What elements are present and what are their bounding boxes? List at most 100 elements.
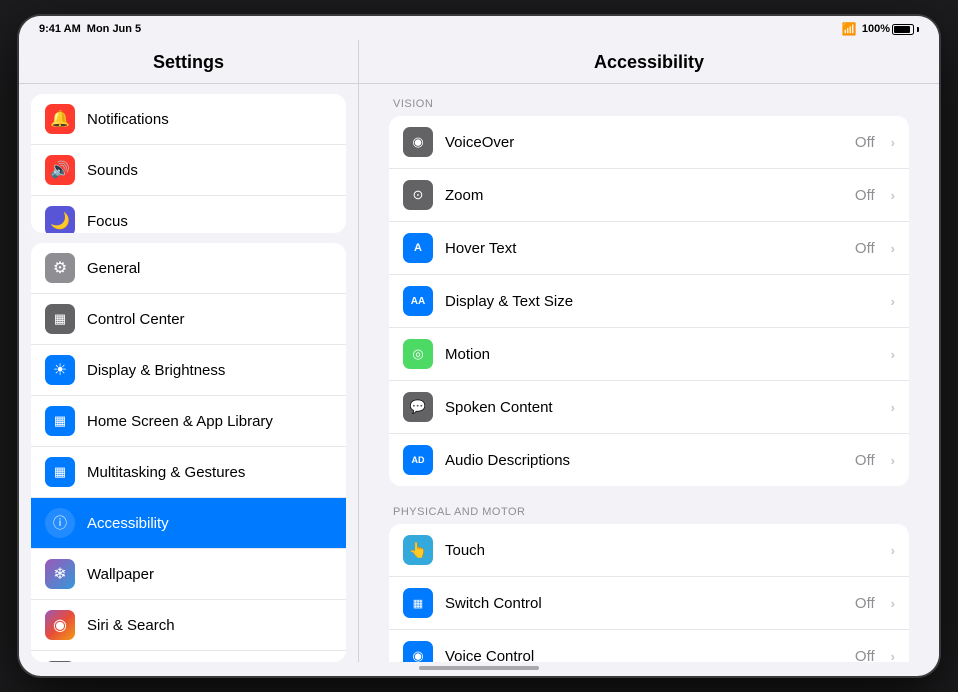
accessibility-icon: ⓘ bbox=[45, 508, 75, 538]
focus-label: Focus bbox=[87, 213, 128, 230]
zoom-value: Off bbox=[855, 187, 875, 204]
main-content: Settings 🔔 Notifications 🔊 Sounds 🌙 Focu… bbox=[19, 40, 939, 662]
touch-chevron: › bbox=[891, 543, 895, 558]
row-hovertext[interactable]: A Hover Text Off › bbox=[389, 222, 909, 275]
physical-group: 👆 Touch › ▦ Switch Control Off › ◉ Voice… bbox=[389, 524, 909, 662]
row-touch[interactable]: 👆 Touch › bbox=[389, 524, 909, 577]
audiodesc-label: Audio Descriptions bbox=[445, 452, 843, 469]
status-bar: 9:41 AM Mon Jun 5 📶 100% bbox=[19, 16, 939, 40]
multitasking-label: Multitasking & Gestures bbox=[87, 464, 245, 481]
wallpaper-icon: ❄ bbox=[45, 559, 75, 589]
sidebar-item-display[interactable]: ☀ Display & Brightness bbox=[31, 345, 346, 396]
sidebar-item-siri[interactable]: ◉ Siri & Search bbox=[31, 600, 346, 651]
focus-icon: 🌙 bbox=[45, 206, 75, 233]
siri-icon: ◉ bbox=[45, 610, 75, 640]
general-label: General bbox=[87, 260, 140, 277]
audiodesc-icon: AD bbox=[403, 445, 433, 475]
physical-section-label: PHYSICAL AND MOTOR bbox=[389, 506, 909, 518]
voiceover-icon: ◉ bbox=[403, 127, 433, 157]
voicectrl-chevron: › bbox=[891, 649, 895, 663]
voiceover-label: VoiceOver bbox=[445, 134, 843, 151]
sidebar-title: Settings bbox=[19, 40, 358, 84]
displaytext-chevron: › bbox=[891, 294, 895, 309]
sidebar-item-focus[interactable]: 🌙 Focus bbox=[31, 196, 346, 233]
sidebar-item-sounds[interactable]: 🔊 Sounds bbox=[31, 145, 346, 196]
home-indicator bbox=[419, 666, 539, 670]
zoom-icon: ⊙ bbox=[403, 180, 433, 210]
voiceover-value: Off bbox=[855, 134, 875, 151]
sounds-icon: 🔊 bbox=[45, 155, 75, 185]
row-zoom[interactable]: ⊙ Zoom Off › bbox=[389, 169, 909, 222]
switchctrl-chevron: › bbox=[891, 596, 895, 611]
sidebar-item-notifications[interactable]: 🔔 Notifications bbox=[31, 94, 346, 145]
display-icon: ☀ bbox=[45, 355, 75, 385]
status-right: 📶 100% bbox=[842, 22, 919, 36]
spoken-icon: 💬 bbox=[403, 392, 433, 422]
sidebar-item-general[interactable]: ⚙ General bbox=[31, 243, 346, 294]
general-icon: ⚙ bbox=[45, 253, 75, 283]
voiceover-chevron: › bbox=[891, 135, 895, 150]
row-spoken[interactable]: 💬 Spoken Content › bbox=[389, 381, 909, 434]
zoom-chevron: › bbox=[891, 188, 895, 203]
displaytext-label: Display & Text Size bbox=[445, 293, 863, 310]
row-switchctrl[interactable]: ▦ Switch Control Off › bbox=[389, 577, 909, 630]
zoom-label: Zoom bbox=[445, 187, 843, 204]
motion-chevron: › bbox=[891, 347, 895, 362]
status-date: Mon Jun 5 bbox=[87, 23, 141, 35]
vision-group: ◉ VoiceOver Off › ⊙ Zoom Off › A Hover T… bbox=[389, 116, 909, 486]
sidebar-item-controlcenter[interactable]: ▦ Control Center bbox=[31, 294, 346, 345]
sounds-label: Sounds bbox=[87, 162, 138, 179]
multitasking-icon: ▦ bbox=[45, 457, 75, 487]
row-voicectrl[interactable]: ◉ Voice Control Off › bbox=[389, 630, 909, 662]
hovertext-icon: A bbox=[403, 233, 433, 263]
homescreen-label: Home Screen & App Library bbox=[87, 413, 273, 430]
battery-body bbox=[892, 24, 914, 35]
sidebar: Settings 🔔 Notifications 🔊 Sounds 🌙 Focu… bbox=[19, 40, 359, 662]
controlcenter-icon: ▦ bbox=[45, 304, 75, 334]
siri-label: Siri & Search bbox=[87, 617, 175, 634]
displaytext-icon: AA bbox=[403, 286, 433, 316]
battery-fill bbox=[894, 26, 910, 33]
audiodesc-value: Off bbox=[855, 452, 875, 469]
homescreen-icon: ▦ bbox=[45, 406, 75, 436]
row-motion[interactable]: ◎ Motion › bbox=[389, 328, 909, 381]
hovertext-chevron: › bbox=[891, 241, 895, 256]
hovertext-label: Hover Text bbox=[445, 240, 843, 257]
sidebar-item-pencil[interactable]: ✏ Apple Pencil bbox=[31, 651, 346, 662]
spoken-label: Spoken Content bbox=[445, 399, 863, 416]
motion-label: Motion bbox=[445, 346, 863, 363]
motion-icon: ◎ bbox=[403, 339, 433, 369]
sidebar-item-wallpaper[interactable]: ❄ Wallpaper bbox=[31, 549, 346, 600]
sidebar-item-multitasking[interactable]: ▦ Multitasking & Gestures bbox=[31, 447, 346, 498]
battery-tip bbox=[917, 27, 919, 32]
right-panel: Accessibility VISION ◉ VoiceOver Off › ⊙… bbox=[359, 40, 939, 662]
voicectrl-icon: ◉ bbox=[403, 641, 433, 662]
pencil-icon: ✏ bbox=[45, 661, 75, 662]
notifications-label: Notifications bbox=[87, 111, 169, 128]
switchctrl-label: Switch Control bbox=[445, 595, 843, 612]
sidebar-item-homescreen[interactable]: ▦ Home Screen & App Library bbox=[31, 396, 346, 447]
sidebar-item-accessibility[interactable]: ⓘ Accessibility bbox=[31, 498, 346, 549]
spoken-chevron: › bbox=[891, 400, 895, 415]
battery-indicator: 100% bbox=[862, 23, 919, 35]
switchctrl-value: Off bbox=[855, 595, 875, 612]
wifi-icon: 📶 bbox=[842, 22, 857, 36]
controlcenter-label: Control Center bbox=[87, 311, 185, 328]
row-voiceover[interactable]: ◉ VoiceOver Off › bbox=[389, 116, 909, 169]
notifications-icon: 🔔 bbox=[45, 104, 75, 134]
wallpaper-label: Wallpaper bbox=[87, 566, 154, 583]
touch-icon: 👆 bbox=[403, 535, 433, 565]
row-audiodesc[interactable]: AD Audio Descriptions Off › bbox=[389, 434, 909, 486]
row-displaytext[interactable]: AA Display & Text Size › bbox=[389, 275, 909, 328]
voicectrl-value: Off bbox=[855, 648, 875, 663]
status-time: 9:41 AM bbox=[39, 23, 81, 35]
accessibility-label: Accessibility bbox=[87, 515, 169, 532]
touch-label: Touch bbox=[445, 542, 863, 559]
display-label: Display & Brightness bbox=[87, 362, 225, 379]
hovertext-value: Off bbox=[855, 240, 875, 257]
switchctrl-icon: ▦ bbox=[403, 588, 433, 618]
battery-percentage: 100% bbox=[862, 23, 890, 35]
status-left: 9:41 AM Mon Jun 5 bbox=[39, 23, 141, 35]
sidebar-section-1: 🔔 Notifications 🔊 Sounds 🌙 Focus ⏳ Scree… bbox=[31, 94, 346, 233]
sidebar-section-2: ⚙ General ▦ Control Center ☀ Display & B… bbox=[31, 243, 346, 662]
